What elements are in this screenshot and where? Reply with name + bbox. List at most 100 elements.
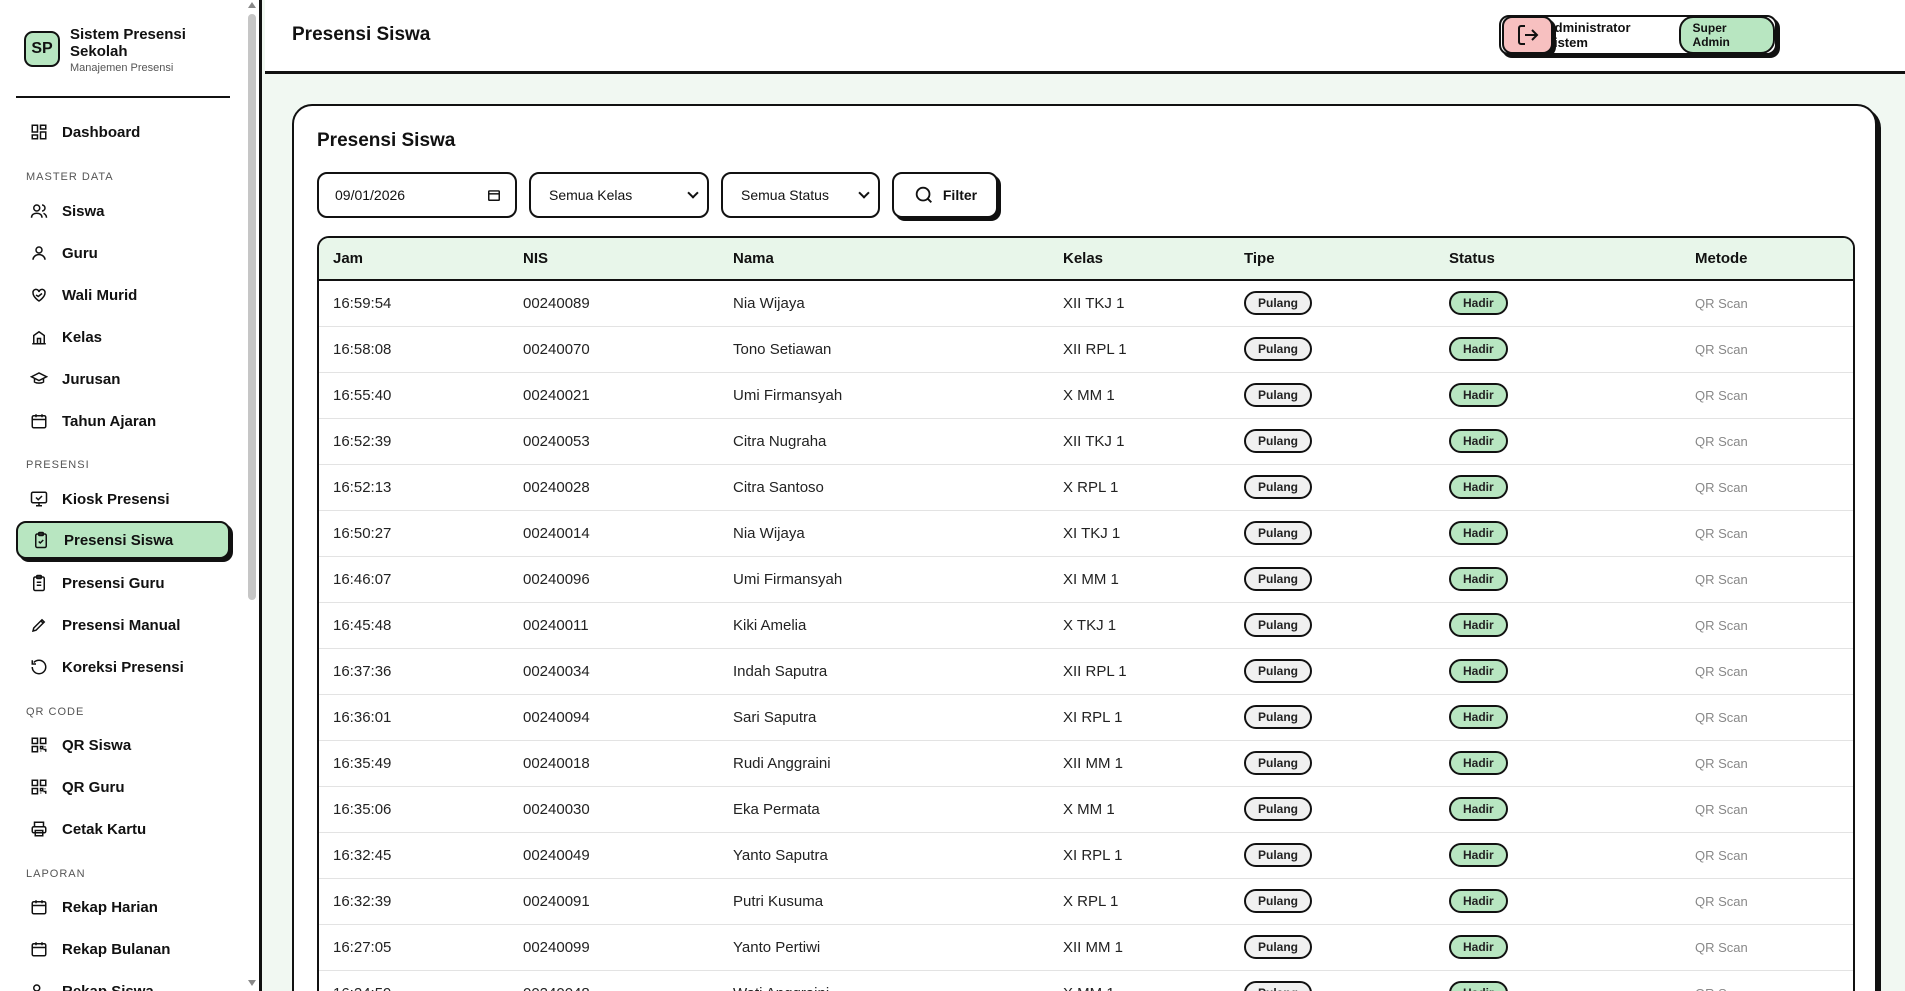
cell-metode-text: QR Scan: [1695, 709, 1748, 725]
scroll-up-arrow[interactable]: [248, 2, 256, 8]
sidebar-item-tahun-ajaran[interactable]: Tahun Ajaran: [16, 402, 230, 440]
sidebar-item-jurusan[interactable]: Jurusan: [16, 360, 230, 398]
cell-kelas: XII RPL 1: [1049, 648, 1230, 694]
table-row[interactable]: 16:32:39 00240091 Putri Kusuma X RPL 1 Pulan…: [319, 878, 1853, 924]
sidebar-item-label: Jurusan: [62, 370, 121, 388]
status-select[interactable]: Semua Status: [721, 172, 880, 218]
sidebar-item-presensi-manual[interactable]: Presensi Manual: [16, 606, 230, 644]
table-row[interactable]: 16:35:49 00240018 Rudi Anggraini XII MM 1 Pu…: [319, 740, 1853, 786]
kelas-select[interactable]: Semua Kelas: [529, 172, 709, 218]
table-row[interactable]: 16:52:39 00240053 Citra Nugraha XII TKJ 1 Pu…: [319, 418, 1853, 464]
cell-metode: QR Scan: [1681, 602, 1853, 648]
sidebar-item-qr-siswa[interactable]: QR Siswa: [16, 726, 230, 764]
sidebar-item-presensi-guru[interactable]: Presensi Guru: [16, 564, 230, 602]
cell-tipe: Pulang: [1230, 372, 1435, 418]
sidebar-item-wali-murid[interactable]: Wali Murid: [16, 276, 230, 314]
cell-kelas: XII MM 1: [1049, 740, 1230, 786]
sidebar-item-siswa[interactable]: Siswa: [16, 192, 230, 230]
search-icon: [915, 186, 932, 203]
status-badge: Hadir: [1449, 291, 1508, 316]
status-badge: Hadir: [1449, 567, 1508, 591]
sidebar-item-qr-guru[interactable]: QR Guru: [16, 768, 230, 806]
sidebar-item-kiosk-presensi[interactable]: Kiosk Presensi: [16, 480, 230, 518]
column-header[interactable]: Tipe: [1230, 238, 1435, 280]
cell-nama-text: Kiki Amelia: [733, 616, 807, 634]
cell-nis-text: 00240011: [523, 616, 589, 634]
cell-kelas: X MM 1: [1049, 970, 1230, 991]
cell-kelas: X MM 1: [1049, 372, 1230, 418]
column-header[interactable]: Nama: [719, 238, 1049, 280]
column-header[interactable]: Jam: [319, 238, 509, 280]
card-title: Presensi Siswa: [317, 130, 456, 151]
cell-kelas-text: XI RPL 1: [1063, 708, 1123, 726]
sidebar-item-cetak-kartu[interactable]: Cetak Kartu: [16, 810, 230, 848]
cell-kelas: X RPL 1: [1049, 878, 1230, 924]
column-header[interactable]: Metode: [1681, 238, 1853, 280]
cell-metode: QR Scan: [1681, 740, 1853, 786]
table-row[interactable]: 16:27:05 00240099 Yanto Pertiwi XII MM 1 Pul…: [319, 924, 1853, 970]
table-row[interactable]: 16:24:59 00240048 Wati Anggraini X MM 1 Pula…: [319, 970, 1853, 991]
sidebar-item-presensi-siswa[interactable]: Presensi Siswa: [16, 521, 230, 559]
sidebar-scrollbar[interactable]: [246, 0, 258, 991]
scroll-down-arrow[interactable]: [248, 980, 256, 986]
table-row[interactable]: 16:45:48 00240011 Kiki Amelia X TKJ 1 Pulang…: [319, 602, 1853, 648]
cell-jam: 16:59:54: [319, 280, 509, 326]
tipe-badge: Pulang: [1244, 889, 1313, 913]
sidebar-item-label: Kiosk Presensi: [62, 490, 170, 508]
table-row[interactable]: 16:55:40 00240021 Umi Firmansyah X MM 1 Pula…: [319, 372, 1853, 418]
table-row[interactable]: 16:32:45 00240049 Yanto Saputra XI RPL 1 Pul…: [319, 832, 1853, 878]
cell-nis: 00240094: [509, 694, 719, 740]
table-row[interactable]: 16:58:08 00240070 Tono Setiawan XII RPL 1 Pu…: [319, 326, 1853, 372]
sidebar-item-label: Cetak Kartu: [62, 820, 147, 838]
scrollbar-thumb[interactable]: [248, 14, 256, 600]
sidebar-item-dashboard[interactable]: Dashboard: [16, 113, 230, 151]
cell-status: Hadir: [1435, 786, 1681, 832]
cell-status: Hadir: [1435, 510, 1681, 556]
table-row[interactable]: 16:35:06 00240030 Eka Permata X MM 1 Pulang H…: [319, 786, 1853, 832]
date-input[interactable]: 09/01/2026: [317, 172, 517, 218]
sidebar-item-label: Siswa: [62, 202, 105, 220]
calendar-icon: [31, 414, 47, 429]
sidebar: SP Sistem Presensi Sekolah Manajemen Pre…: [0, 0, 262, 991]
sidebar-item-label: Rekap Siswa: [62, 982, 154, 991]
calendar-icon[interactable]: [487, 188, 501, 202]
sidebar-item-kelas[interactable]: Kelas: [16, 318, 230, 356]
table-row[interactable]: 16:52:13 00240028 Citra Santoso X RPL 1 Pula…: [319, 464, 1853, 510]
cell-nis-text: 00240091: [523, 892, 590, 910]
cell-nama-text: Sari Saputra: [733, 708, 817, 726]
printer-icon: [31, 821, 47, 837]
cell-tipe: Pulang: [1230, 280, 1435, 326]
cell-jam: 16:46:07: [319, 556, 509, 602]
sidebar-item-guru[interactable]: Guru: [16, 234, 230, 272]
table-row[interactable]: 16:50:27 00240014 Nia Wijaya XI TKJ 1 Pulang…: [319, 510, 1853, 556]
cell-metode-text: QR Scan: [1695, 433, 1748, 449]
column-header[interactable]: Kelas: [1049, 238, 1230, 280]
sidebar-item-rekap-harian[interactable]: Rekap Harian: [16, 888, 230, 926]
cell-kelas-text: X RPL 1: [1063, 478, 1119, 496]
sidebar-item-rekap-bulanan[interactable]: Rekap Bulanan: [16, 930, 230, 968]
filter-button[interactable]: Filter: [892, 172, 998, 218]
cell-nis-text: 00240096: [523, 570, 590, 588]
table-row[interactable]: 16:37:36 00240034 Indah Saputra XII RPL 1 Pu…: [319, 648, 1853, 694]
sidebar-item-label: Dashboard: [62, 123, 141, 141]
tipe-badge: Pulang: [1244, 567, 1313, 591]
filter-label: Filter: [942, 187, 978, 203]
sidebar-item-koreksi-presensi[interactable]: Koreksi Presensi: [16, 648, 230, 686]
cell-status: Hadir: [1435, 372, 1681, 418]
cell-kelas-text: X MM 1: [1063, 985, 1115, 991]
date-value: 09/01/2026: [335, 187, 406, 203]
cell-kelas: XII MM 1: [1049, 924, 1230, 970]
column-header[interactable]: NIS: [509, 238, 719, 280]
table-row[interactable]: 16:46:07 00240096 Umi Firmansyah XI MM 1 Pul…: [319, 556, 1853, 602]
cell-nama: Umi Firmansyah: [719, 372, 1049, 418]
column-header[interactable]: Status: [1435, 238, 1681, 280]
status-badge: Hadir: [1449, 337, 1508, 361]
sidebar-item-label: Koreksi Presensi: [62, 658, 184, 676]
table-row[interactable]: 16:36:01 00240094 Sari Saputra XI RPL 1 Pula…: [319, 694, 1853, 740]
table-row[interactable]: 16:59:54 00240089 Nia Wijaya XII TKJ 1 Pulan…: [319, 280, 1853, 326]
cell-jam-text: 16:50:27: [333, 524, 392, 542]
cell-jam: 16:55:40: [319, 372, 509, 418]
sidebar-item-rekap-siswa[interactable]: Rekap Siswa: [16, 972, 230, 991]
logout-button[interactable]: [1502, 16, 1553, 54]
status-badge: Hadir: [1449, 613, 1508, 637]
